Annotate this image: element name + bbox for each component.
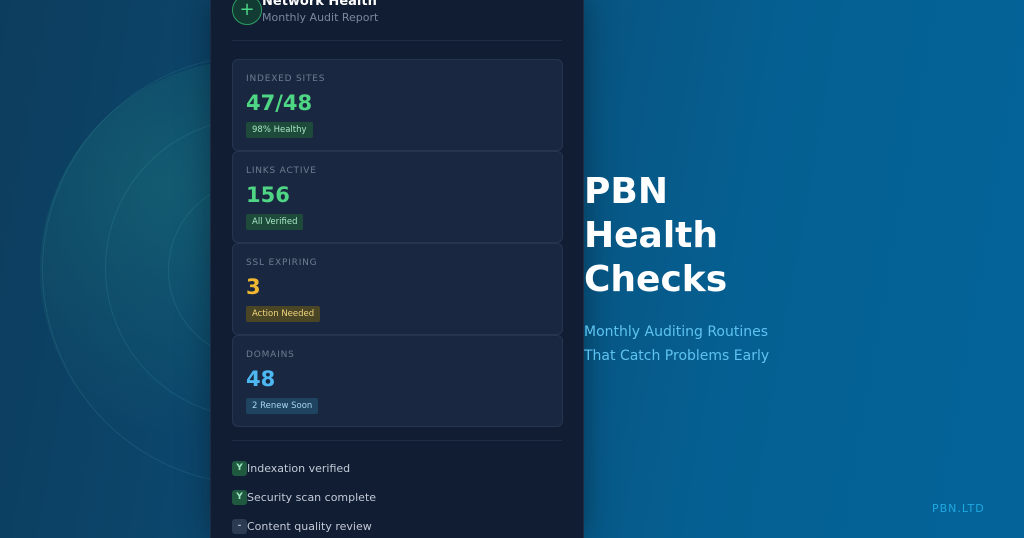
panel-subtitle: Monthly Audit Report [262, 11, 379, 24]
stat-label: DOMAINS [246, 350, 295, 360]
stat-label: SSL EXPIRING [246, 258, 318, 268]
stat-label: LINKS ACTIVE [246, 166, 317, 176]
plus-icon[interactable]: + [232, 0, 262, 25]
status-badge: 2 Renew Soon [246, 398, 319, 414]
checklist-text: Content quality review [247, 520, 372, 533]
stat-value: 48 [246, 367, 276, 391]
hero-subtitle: Monthly Auditing Routines That Catch Pro… [584, 320, 844, 368]
hero-title-line: Health [584, 215, 719, 256]
status-badge: 98% Healthy [246, 122, 313, 138]
divider [232, 40, 562, 41]
panel-header: + Network Health Monthly Audit Report [232, 0, 378, 25]
audit-panel: + Network Health Monthly Audit Report IN… [210, 0, 584, 538]
pending-icon: - [232, 519, 247, 534]
checklist-item: Y Indexation verified [232, 461, 350, 476]
stat-card-ssl-expiring: SSL EXPIRING 3 Action Needed [232, 243, 563, 335]
checklist-text: Security scan complete [247, 491, 377, 504]
hero-subtitle-line: That Catch Problems Early [584, 348, 770, 364]
stat-value: 156 [246, 183, 290, 207]
divider [232, 440, 562, 441]
hero-subtitle-line: Monthly Auditing Routines [584, 324, 769, 340]
stat-label: INDEXED SITES [246, 74, 326, 84]
checklist-item: Y Security scan complete [232, 490, 376, 505]
brand-logo: PBN.LTD [932, 502, 985, 515]
stat-value: 3 [246, 275, 261, 299]
hero-title-line: PBN [584, 171, 668, 212]
check-icon: Y [232, 461, 247, 476]
panel-title: Network Health [262, 0, 377, 9]
checklist-item: - Content quality review [232, 519, 372, 534]
status-badge: Action Needed [246, 306, 321, 322]
status-badge: All Verified [246, 214, 304, 230]
stat-value: 47/48 [246, 91, 313, 115]
stat-card-domains: DOMAINS 48 2 Renew Soon [232, 335, 563, 427]
hero-title: PBN Health Checks [584, 170, 844, 302]
check-icon: Y [232, 490, 247, 505]
stat-card-links-active: LINKS ACTIVE 156 All Verified [232, 151, 563, 243]
hero-title-line: Checks [584, 259, 728, 300]
stat-card-indexed-sites: INDEXED SITES 47/48 98% Healthy [232, 59, 563, 151]
checklist-text: Indexation verified [247, 462, 351, 475]
